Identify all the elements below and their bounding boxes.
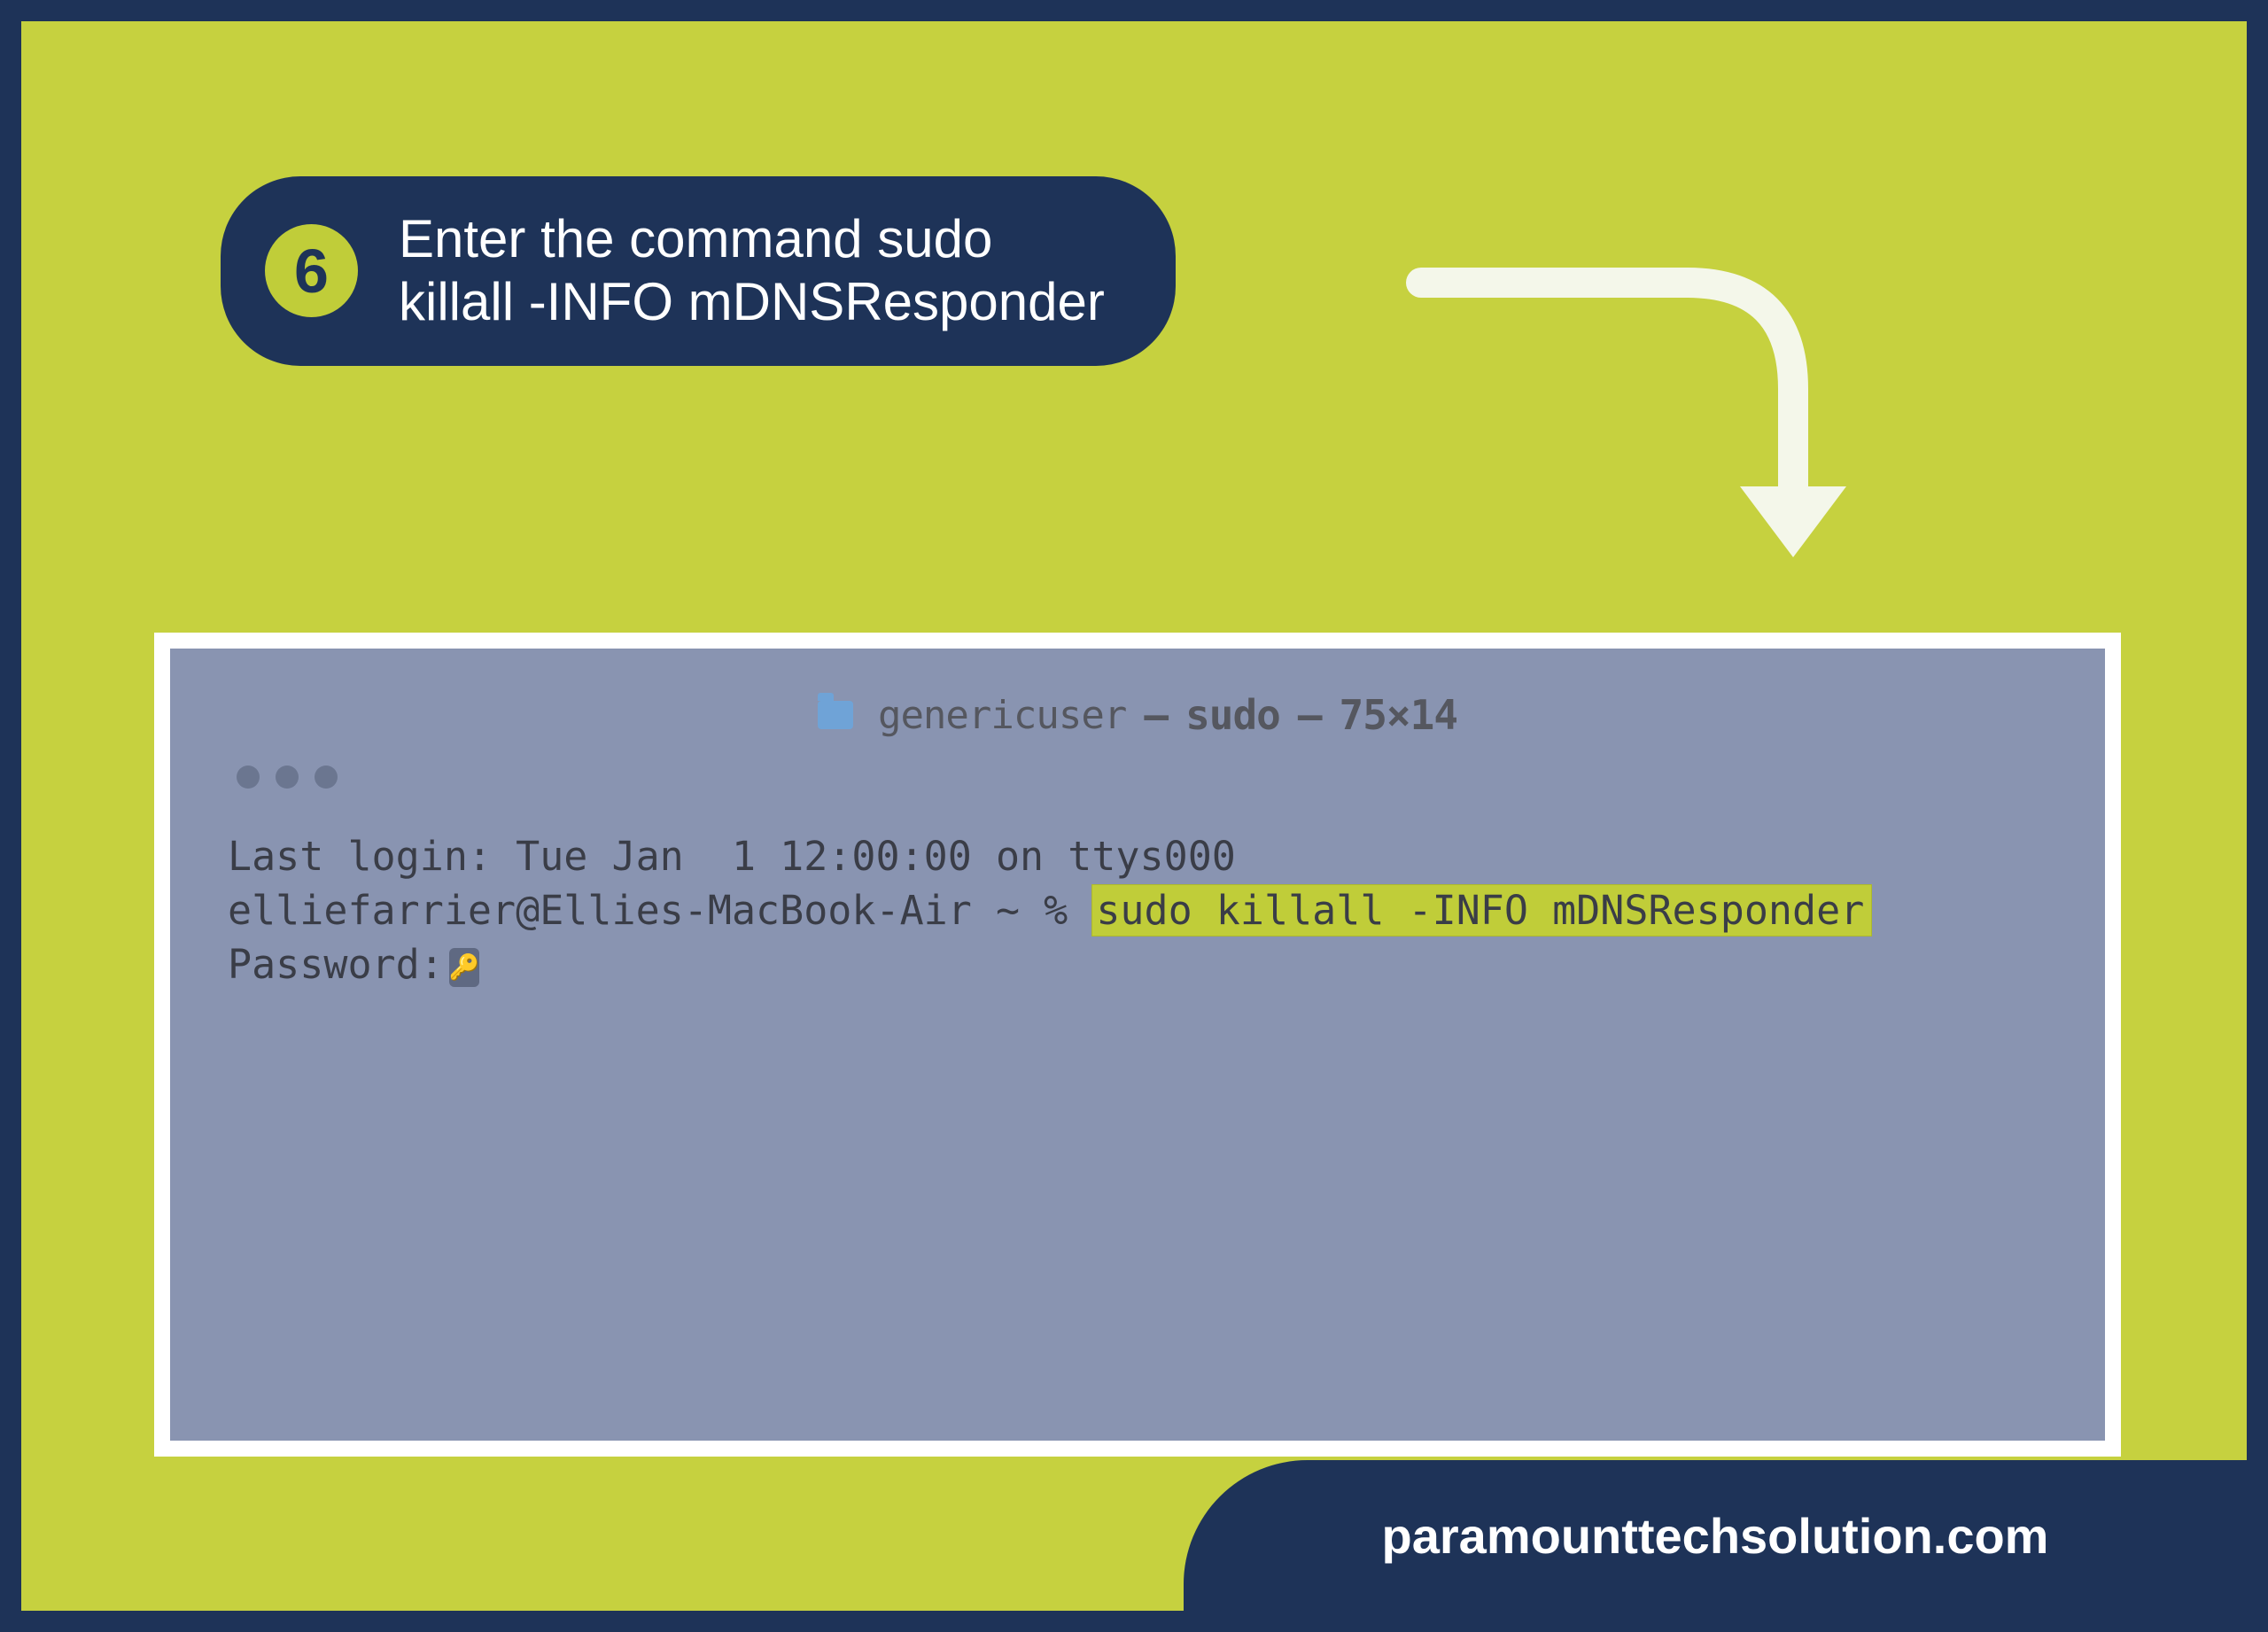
footer-brand-text: paramounttechsolution.com	[1382, 1507, 2049, 1565]
highlighted-command: sudo killall -INFO mDNSResponder	[1091, 884, 1872, 936]
terminal-screenshot-frame: genericuser — sudo — 75×14 Last login: T…	[154, 633, 2121, 1457]
step-header-pill: 6 Enter the command sudo killall -INFO m…	[221, 176, 1176, 366]
title-separator-2: —	[1298, 691, 1322, 739]
shell-prompt: elliefarrier@Ellies-MacBook-Air ~ %	[228, 887, 1091, 934]
folder-icon	[818, 701, 853, 729]
step-instruction-line-1: Enter the command sudo	[399, 209, 992, 268]
title-user: genericuser	[878, 693, 1126, 738]
minimize-dot-icon	[276, 765, 299, 789]
curved-arrow-icon	[1403, 229, 1882, 602]
step-instruction: Enter the command sudo killall -INFO mDN…	[399, 208, 1105, 334]
step-number-badge: 6	[265, 224, 358, 317]
window-traffic-lights	[237, 765, 338, 789]
zoom-dot-icon	[315, 765, 338, 789]
password-prompt-label: Password:	[228, 941, 444, 988]
step-number: 6	[294, 236, 329, 307]
title-process: sudo	[1185, 691, 1280, 739]
title-separator-1: —	[1144, 691, 1168, 739]
step-instruction-line-2: killall -INFO mDNSResponder	[399, 272, 1105, 331]
title-size: 75×14	[1340, 691, 1457, 739]
canvas: 6 Enter the command sudo killall -INFO m…	[21, 21, 2247, 1611]
last-login-line: Last login: Tue Jan 1 12:00:00 on ttys00…	[228, 833, 1236, 880]
footer-brand-tab: paramounttechsolution.com	[1184, 1460, 2247, 1611]
terminal-body: Last login: Tue Jan 1 12:00:00 on ttys00…	[228, 830, 2047, 991]
terminal-titlebar: genericuser — sudo — 75×14	[219, 684, 2056, 746]
terminal-window: genericuser — sudo — 75×14 Last login: T…	[219, 684, 2056, 1405]
key-icon: 🔑	[449, 948, 479, 987]
close-dot-icon	[237, 765, 260, 789]
